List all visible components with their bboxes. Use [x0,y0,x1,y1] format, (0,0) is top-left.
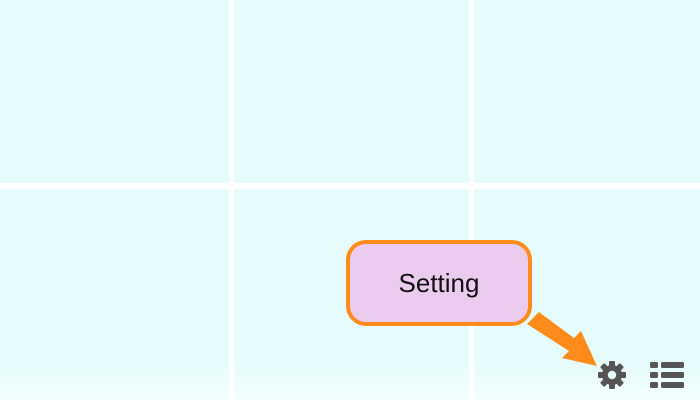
screen: Setting [0,0,700,400]
gear-icon [598,361,626,389]
grid-cell [0,0,229,183]
callout-label: Setting [398,267,480,298]
grid-cell [0,189,229,400]
setting-callout: Setting [346,240,532,326]
grid-cell [474,0,700,183]
list-view-button[interactable] [648,358,686,392]
grid-cell [234,0,469,183]
settings-button[interactable] [596,358,628,392]
arrow-shape [527,312,597,366]
list-icon [650,362,684,388]
pointer-arrow-icon [527,312,597,366]
